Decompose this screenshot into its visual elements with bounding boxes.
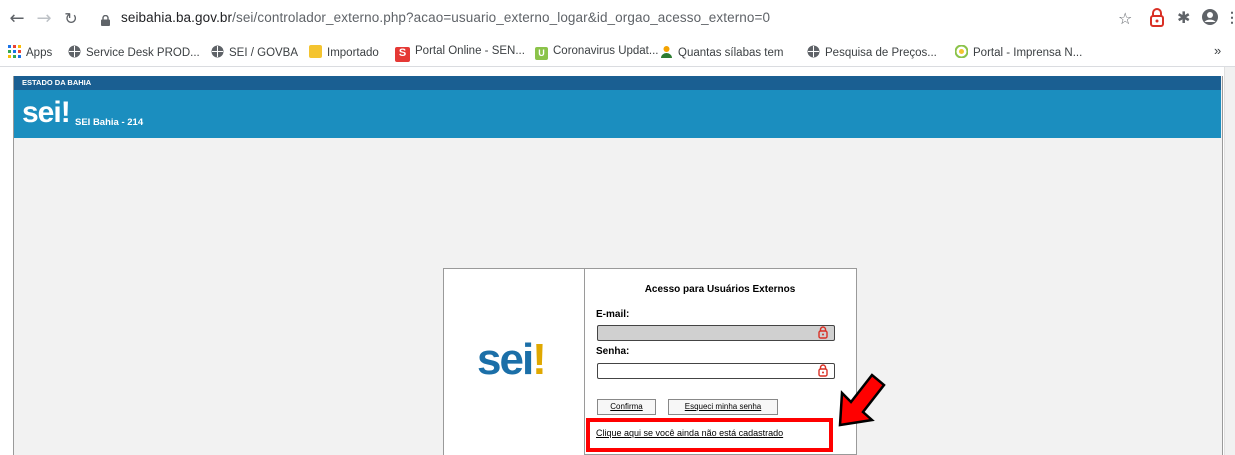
logo-mark: !	[532, 335, 547, 384]
u-icon: U	[535, 47, 548, 60]
bookmark-label: Importado	[327, 47, 379, 59]
password-field[interactable]	[597, 363, 835, 379]
seal-icon	[954, 44, 969, 59]
red-arrow-icon	[836, 371, 888, 434]
sei-header-logo: sei!	[22, 96, 71, 130]
more-bookmarks-chevron[interactable]: »	[1214, 43, 1221, 58]
apps-grid-icon	[8, 45, 21, 58]
email-label: E-mail:	[596, 309, 630, 320]
bookmark-service-desk[interactable]: Service Desk PROD...	[68, 45, 200, 59]
bookmark-label: Service Desk PROD...	[86, 47, 200, 59]
highlight-box	[586, 418, 833, 452]
bookmark-label: Pesquisa de Preços...	[825, 47, 937, 59]
url-host: seibahia.ba.gov.br	[121, 10, 233, 25]
sei-login-logo: sei!	[477, 335, 547, 385]
forgot-password-button[interactable]: Esqueci minha senha	[668, 399, 778, 415]
password-manager-lock-icon[interactable]	[818, 364, 828, 380]
password-manager-lock-icon[interactable]	[818, 326, 828, 342]
bookmark-sei-govba[interactable]: SEI / GOVBA	[211, 45, 298, 59]
logo-mark: !	[60, 96, 71, 129]
bookmark-portal-online-senac[interactable]: S Portal Online - SEN...	[395, 45, 525, 62]
person-icon	[660, 45, 673, 58]
lock-icon	[101, 13, 110, 26]
globe-icon	[211, 45, 224, 58]
profile-avatar-icon[interactable]	[1201, 8, 1219, 31]
bookmark-label: Coronavirus Updat...	[553, 45, 659, 57]
vertical-scrollbar[interactable]	[1224, 67, 1235, 455]
password-label: Senha:	[596, 346, 630, 357]
globe-icon	[68, 45, 81, 58]
lastpass-extension-icon[interactable]	[1150, 8, 1164, 33]
url-path: /sei/controlador_externo.php?acao=usuari…	[232, 10, 771, 25]
bookmark-apps[interactable]: Apps	[8, 45, 52, 59]
folder-icon	[309, 45, 322, 58]
bookmark-pesquisa-precos[interactable]: Pesquisa de Preços...	[807, 45, 937, 59]
menu-kebab-icon[interactable]: ⋮	[1225, 9, 1235, 26]
star-bookmark-icon[interactable]: ☆	[1118, 9, 1132, 28]
reload-icon[interactable]: ↻	[60, 8, 82, 30]
bookmark-coronavirus-update[interactable]: U Coronavirus Updat...	[535, 45, 658, 60]
bookmark-label: SEI / GOVBA	[229, 47, 299, 59]
email-field[interactable]	[597, 325, 835, 341]
bookmark-portal-imprensa[interactable]: Portal - Imprensa N...	[954, 44, 1083, 59]
extensions-puzzle-icon[interactable]: ✱	[1177, 8, 1190, 27]
bookmark-label: Portal - Imprensa N...	[973, 47, 1083, 59]
login-title: Acesso para Usuários Externos	[644, 284, 796, 295]
logo-text: sei	[477, 335, 534, 384]
logo-text: sei	[22, 96, 62, 129]
globe-icon	[807, 45, 820, 58]
sei-header-bar	[14, 90, 1221, 138]
confirm-button[interactable]: Confirma	[597, 399, 656, 415]
bookmark-importado[interactable]: Importado	[309, 45, 379, 59]
bookmark-label: Quantas sílabas tem	[678, 47, 784, 59]
sei-header-title: SEI Bahia - 214	[75, 117, 144, 128]
bookmark-quantas-silabas[interactable]: Quantas sílabas tem	[660, 45, 783, 59]
bookmark-label: Portal Online - SEN...	[415, 45, 525, 57]
back-arrow-icon[interactable]: ←	[6, 8, 28, 30]
bookmark-label: Apps	[26, 47, 53, 59]
senac-s-icon: S	[395, 47, 410, 62]
forward-arrow-icon[interactable]: →	[33, 8, 55, 30]
estado-header-bar: ESTADO DA BAHIA	[14, 76, 1221, 90]
address-bar[interactable]: seibahia.ba.gov.br/sei/controlador_exter…	[121, 10, 770, 25]
